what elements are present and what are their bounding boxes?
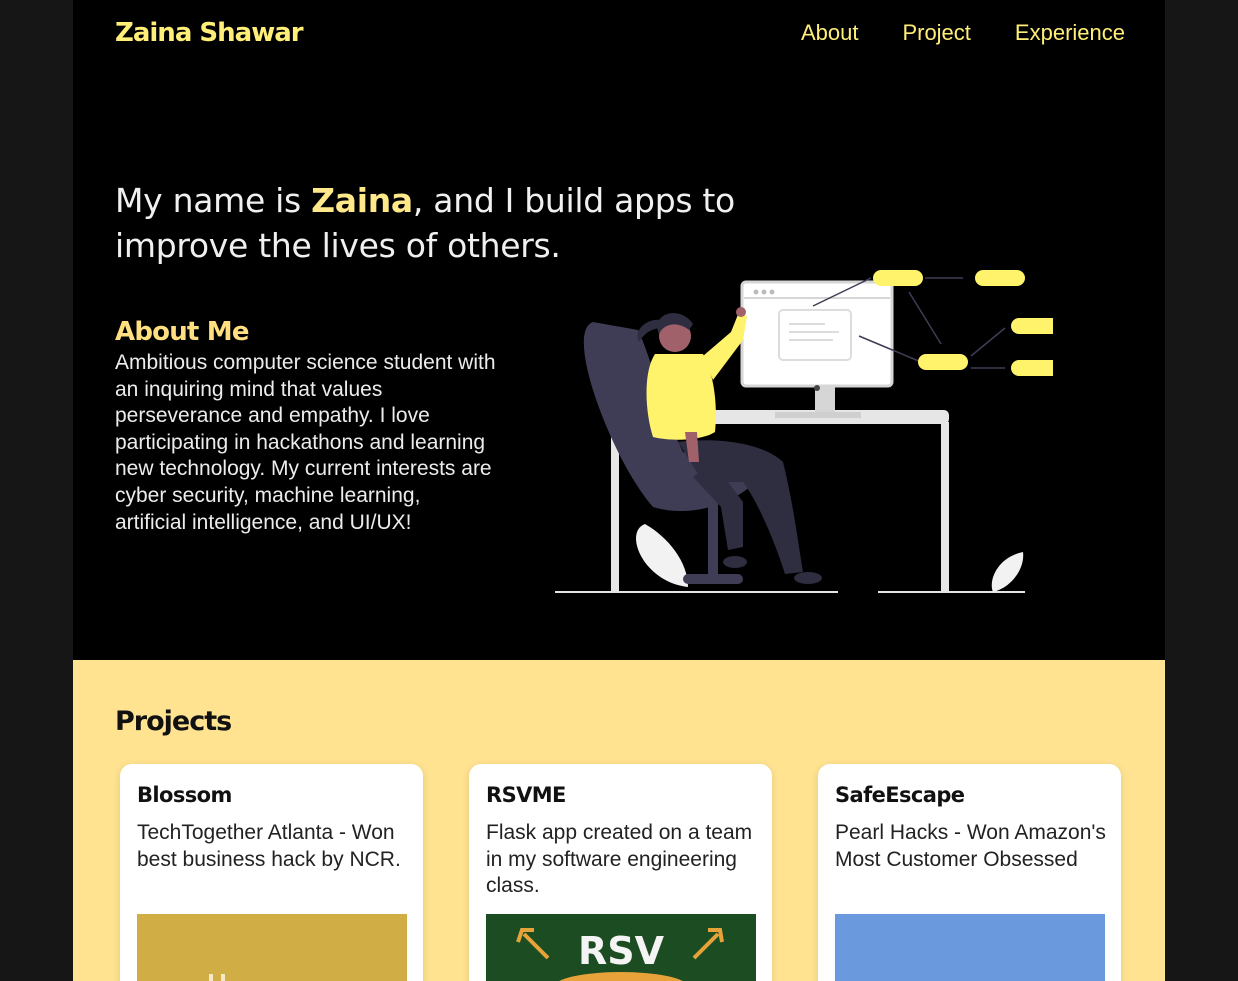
hero-heading-prefix: My name is (115, 181, 312, 220)
project-card-rsvme[interactable]: RSVME Flask app created on a team in my … (469, 764, 772, 981)
about-me-text: Ambitious computer science student with … (115, 351, 496, 534)
blossom-logo-icon (209, 974, 225, 981)
project-card-title: SafeEscape (835, 783, 965, 807)
projects-section: Projects Blossom TechTogether Atlanta - … (73, 660, 1165, 981)
hero-illustration (555, 270, 1053, 593)
project-card-description: TechTogether Atlanta - Won best business… (137, 821, 401, 871)
project-card-title: Blossom (137, 783, 232, 807)
projects-title: Projects (115, 706, 232, 737)
rsvme-logo-icon: RSV (516, 928, 724, 981)
main-nav: About Project Experience (757, 18, 1125, 48)
project-card-description: Pearl Hacks - Won Amazon's Most Customer… (835, 821, 1106, 871)
project-card-title: RSVME (486, 783, 566, 807)
project-card-thumbnail (835, 914, 1105, 981)
about-me-title: About Me (115, 317, 250, 347)
project-card-thumbnail (137, 914, 407, 981)
nav-link-about[interactable]: About (801, 18, 859, 48)
project-card-blossom[interactable]: Blossom TechTogether Atlanta - Won best … (120, 764, 423, 981)
project-card-thumbnail: RSV (486, 914, 756, 981)
hero-heading-name: Zaina (311, 181, 413, 220)
hero-heading: My name is Zaina, and I build apps to im… (115, 178, 755, 268)
brand-logo[interactable]: Zaina Shawar (115, 14, 304, 52)
project-card-description: Flask app created on a team in my softwa… (486, 821, 753, 898)
nav-link-project[interactable]: Project (902, 18, 970, 48)
rsvme-logo-text: RSV (578, 929, 665, 973)
page: Zaina Shawar About Project Experience My… (73, 0, 1165, 981)
nav-link-experience[interactable]: Experience (1015, 18, 1125, 48)
project-card-safeescape[interactable]: SafeEscape Pearl Hacks - Won Amazon's Mo… (818, 764, 1121, 981)
